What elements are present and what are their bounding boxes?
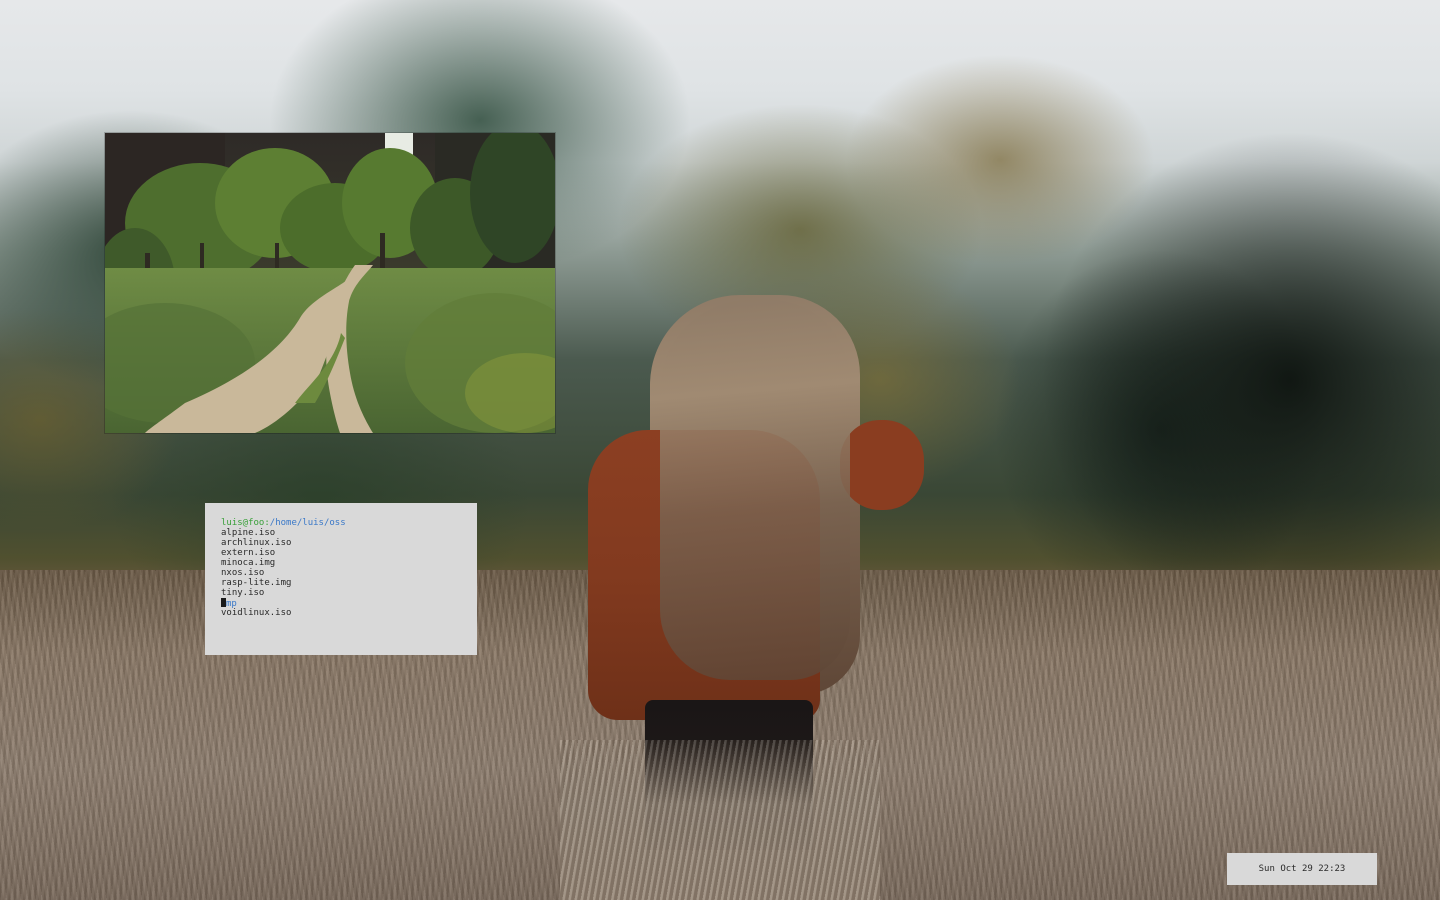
- prompt-path: /home/luis/oss: [269, 518, 346, 528]
- desktop: luis@foo:/home/luis/oss alpine.iso archl…: [0, 0, 1440, 900]
- file-entry: rasp-lite.img: [221, 578, 292, 588]
- wallpaper-figure-hair-front: [660, 300, 850, 680]
- image-viewer-window[interactable]: [105, 133, 555, 433]
- file-entry: archlinux.iso: [221, 538, 292, 548]
- file-entry: minoca.img: [221, 558, 276, 568]
- file-entry: nxos.iso: [221, 568, 265, 578]
- file-entry: voidlinux.iso: [221, 608, 292, 618]
- wallpaper-field-foreground: [560, 740, 880, 900]
- file-entry: tiny.iso: [221, 588, 265, 598]
- terminal-prompt: luis@foo:/home/luis/oss: [221, 518, 477, 528]
- file-entry: extern.iso: [221, 548, 276, 558]
- forest-path-photo: [105, 133, 555, 433]
- clock-text: Sun Oct 29 22:23: [1258, 864, 1346, 874]
- directory-entry-selected: mp: [221, 598, 477, 609]
- terminal-window[interactable]: luis@foo:/home/luis/oss alpine.iso archl…: [205, 503, 477, 655]
- file-entry: alpine.iso: [221, 528, 276, 538]
- wallpaper-figure-arm: [840, 420, 924, 510]
- clock-bar: Sun Oct 29 22:23: [1227, 853, 1377, 885]
- prompt-user: luis@foo: [221, 518, 265, 528]
